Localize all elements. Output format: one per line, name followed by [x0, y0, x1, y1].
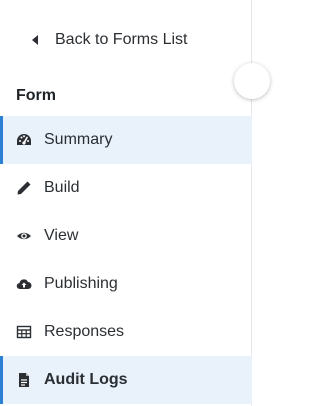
- form-sidebar: Back to Forms List Form Summary Build Vi…: [0, 0, 270, 406]
- sidebar-item-audit-logs[interactable]: Audit Logs: [0, 356, 252, 404]
- collapse-sidebar-button[interactable]: [234, 63, 270, 99]
- sidebar-item-label: Summary: [44, 131, 113, 148]
- back-link-label: Back to Forms List: [55, 31, 188, 48]
- sidebar-item-summary[interactable]: Summary: [0, 116, 252, 164]
- pencil-icon: [16, 180, 32, 196]
- sidebar-item-build[interactable]: Build: [0, 164, 252, 212]
- dashboard-icon: [16, 132, 32, 148]
- eye-icon: [16, 228, 32, 244]
- sidebar-item-label: Responses: [44, 323, 125, 340]
- sidebar-item-responses[interactable]: Responses: [0, 308, 252, 356]
- table-icon: [16, 324, 32, 340]
- sidebar-item-label: View: [44, 227, 79, 244]
- back-to-forms-link[interactable]: Back to Forms List: [0, 22, 230, 58]
- caret-left-icon: [32, 35, 38, 45]
- sidebar-nav: Summary Build View Publishing Responses …: [0, 116, 252, 404]
- sidebar-item-label: Audit Logs: [44, 371, 128, 388]
- sidebar-item-publishing[interactable]: Publishing: [0, 260, 252, 308]
- sidebar-item-label: Publishing: [44, 275, 118, 292]
- sidebar-item-label: Build: [44, 179, 80, 196]
- cloud-upload-icon: [16, 276, 32, 292]
- sidebar-item-view[interactable]: View: [0, 212, 252, 260]
- file-icon: [16, 372, 32, 388]
- section-title: Form: [16, 87, 56, 104]
